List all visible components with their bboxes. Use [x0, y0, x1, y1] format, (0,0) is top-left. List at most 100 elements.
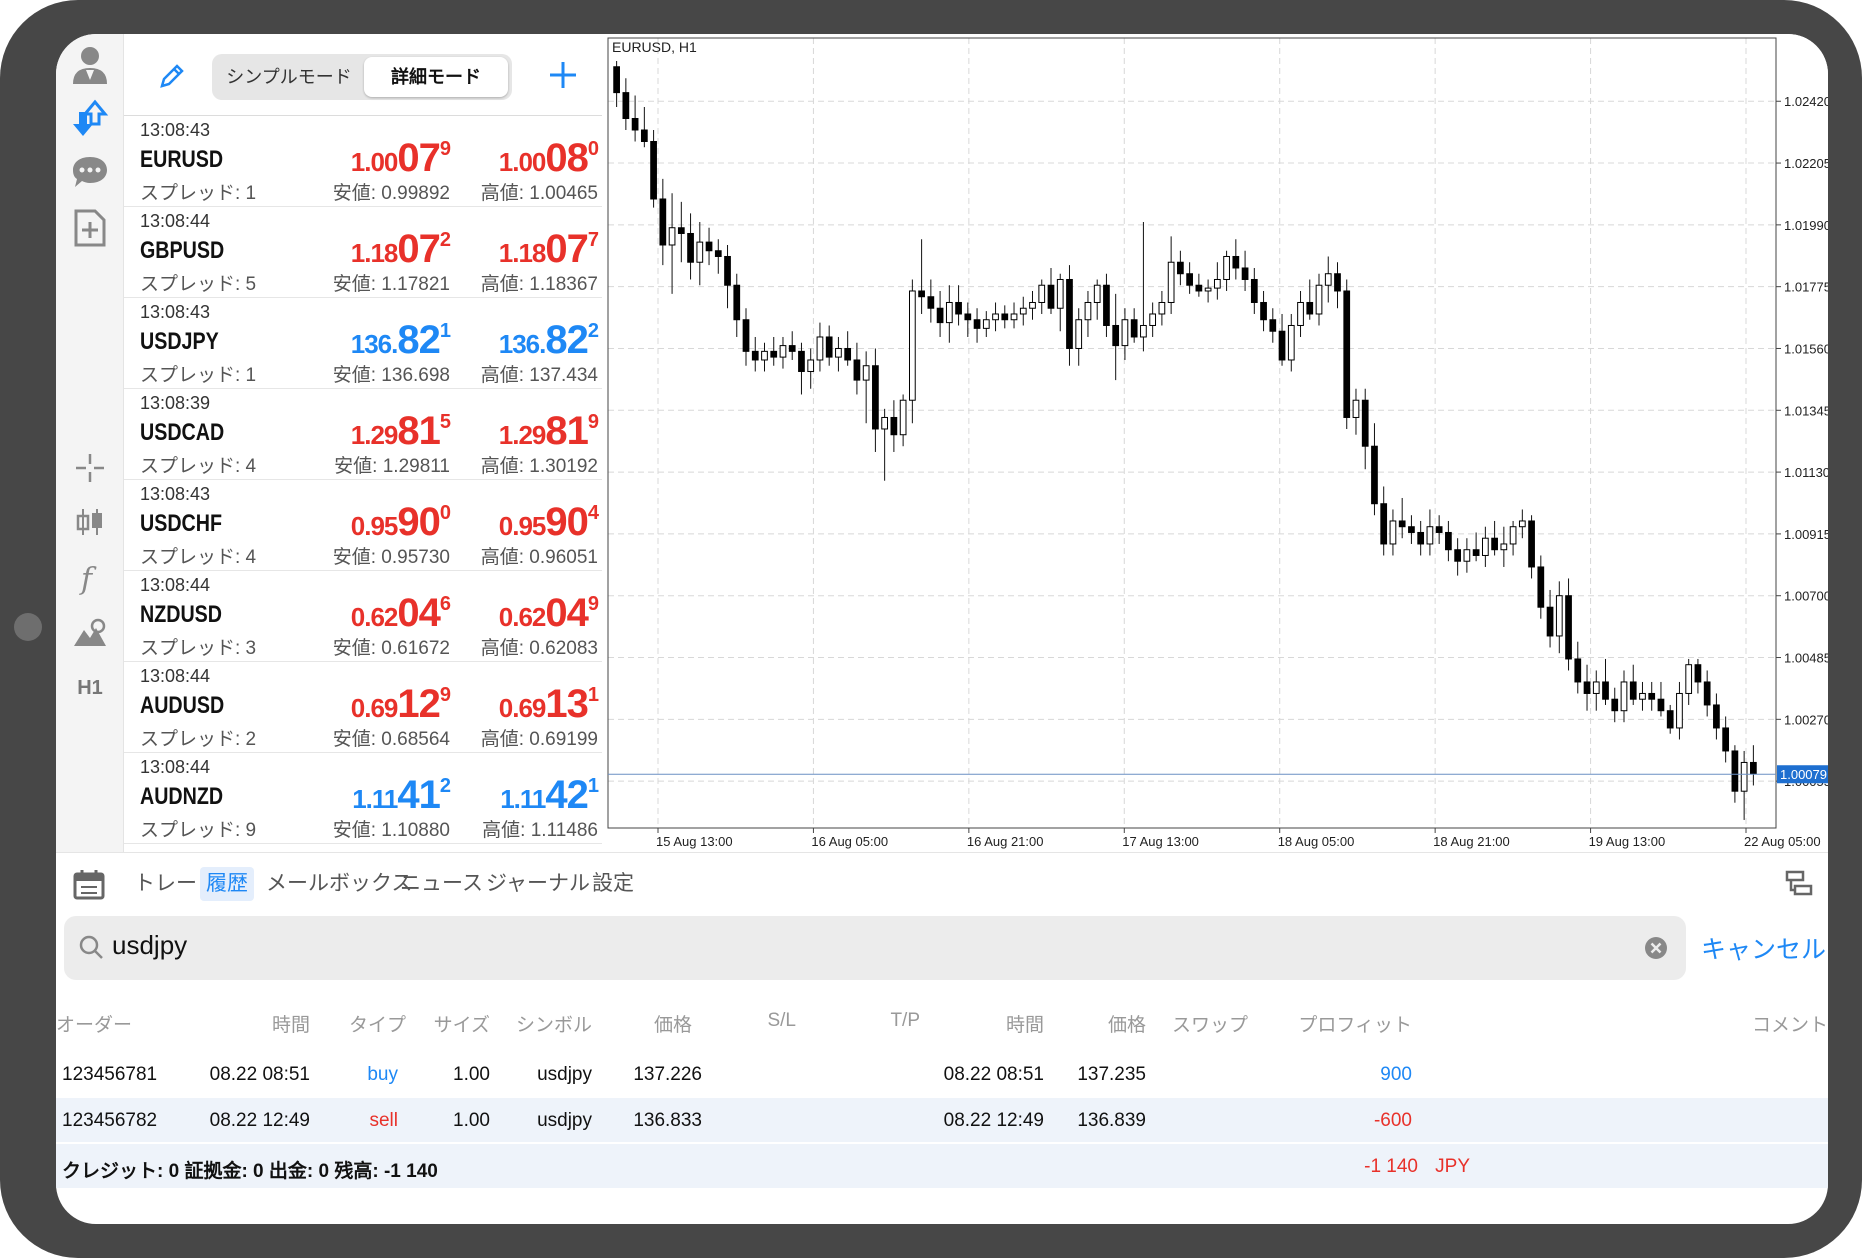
- candle-body: [899, 399, 907, 436]
- col-price[interactable]: 価格: [654, 1010, 692, 1037]
- candle-body: [872, 365, 879, 430]
- col-sl[interactable]: S/L: [767, 1010, 796, 1032]
- candle-body: [825, 336, 833, 358]
- candle-body: [1491, 537, 1498, 551]
- candle-body: [1250, 278, 1258, 303]
- plus-icon[interactable]: [548, 60, 578, 95]
- device-frame: f H1 シンプルモード 詳細モード 13:08:43 EURUSD スプレッド…: [0, 0, 1862, 1258]
- col-comment[interactable]: コメント: [1752, 1010, 1828, 1037]
- clear-icon[interactable]: [1644, 936, 1668, 965]
- candle-body: [1343, 290, 1351, 418]
- col-close-time[interactable]: 時間: [1006, 1010, 1044, 1037]
- cancel-button[interactable]: キャンセル: [1701, 930, 1826, 966]
- y-tick-label: 1.00270: [1784, 712, 1828, 727]
- candle-body: [1103, 284, 1110, 326]
- candle-body: [1408, 526, 1415, 533]
- chart-title: EURUSD, H1: [612, 39, 697, 55]
- candle-body: [1629, 681, 1637, 700]
- add-document-icon[interactable]: [70, 208, 110, 248]
- quote-row[interactable]: 13:08:44 NZDUSD スプレッド: 3 0.62046 0.62049…: [124, 571, 602, 662]
- candle-body: [1112, 324, 1120, 347]
- tab-history[interactable]: 履歴: [200, 867, 254, 901]
- quote-symbol: AUDUSD: [140, 692, 225, 719]
- candle-body: [1260, 301, 1267, 321]
- quote-spread: スプレッド: 1: [140, 183, 257, 204]
- col-profit[interactable]: プロフィット: [1298, 1010, 1412, 1037]
- candle-body: [1472, 549, 1480, 556]
- candle-body: [1602, 681, 1609, 700]
- col-size[interactable]: サイズ: [434, 1010, 490, 1037]
- col-time[interactable]: 時間: [272, 1010, 310, 1037]
- history-row[interactable]: 123456782 08.22 12:49 sell 1.00 usdjpy 1…: [56, 1098, 1828, 1142]
- order-id: 123456782: [62, 1110, 158, 1131]
- quote-row[interactable]: 13:08:43 USDCHF スプレッド: 4 0.95900 0.95904…: [124, 480, 602, 571]
- layout-icon[interactable]: [1784, 869, 1814, 904]
- col-symbol[interactable]: シンボル: [516, 1010, 592, 1037]
- quote-row[interactable]: 13:08:44 GBPUSD スプレッド: 5 1.18072 1.18077…: [124, 207, 602, 298]
- candle-body: [936, 307, 944, 324]
- history-summary: クレジット: 0 証拠金: 0 出金: 0 残高: -1 140 -1 140 …: [56, 1144, 1828, 1188]
- candle-body: [1084, 301, 1092, 321]
- tab-settings[interactable]: 設定: [586, 867, 640, 901]
- trade-arrows-icon[interactable]: [70, 98, 110, 138]
- candle-body: [1417, 531, 1425, 545]
- pencil-icon[interactable]: [158, 62, 186, 95]
- summary-total: -1 140: [1364, 1156, 1418, 1177]
- bid-price: 0.95900: [350, 500, 451, 544]
- ask-price: 1.00080: [498, 136, 599, 180]
- candle-body: [1445, 531, 1452, 551]
- candle-body: [733, 284, 741, 321]
- history-search-field[interactable]: usdjpy: [64, 916, 1686, 980]
- chart-canvas[interactable]: 1.02420 1.02205 1.01990 1.01775 1.01560 1.013…: [602, 34, 1828, 854]
- close-price: 137.235: [1077, 1064, 1146, 1085]
- candle-body: [1740, 761, 1748, 792]
- simple-mode-button[interactable]: シンプルモード: [216, 57, 362, 97]
- col-order[interactable]: オーダー: [56, 1010, 132, 1037]
- candle-body: [742, 319, 750, 352]
- low-price: 安値: 0.68564: [332, 729, 450, 750]
- candle-body: [1592, 681, 1600, 694]
- quote-row[interactable]: 13:08:43 EURUSD スプレッド: 1 1.00079 1.00080…: [124, 116, 602, 207]
- order-type: sell: [369, 1110, 398, 1131]
- quote-row[interactable]: 13:08:44 AUDUSD スプレッド: 2 0.69129 0.69131…: [124, 662, 602, 753]
- candle-body: [1731, 750, 1739, 792]
- col-close-price[interactable]: 価格: [1108, 1010, 1146, 1037]
- quote-spread: スプレッド: 2: [140, 729, 257, 750]
- ask-price: 0.62049: [498, 591, 599, 635]
- quote-time: 13:08:43: [140, 120, 211, 140]
- tab-journal[interactable]: ジャーナル: [480, 867, 596, 901]
- detail-mode-button[interactable]: 詳細モード: [364, 57, 508, 97]
- candles-icon[interactable]: [70, 502, 110, 542]
- quote-row[interactable]: 13:08:39 USDCAD スプレッド: 4 1.29815 1.29819…: [124, 389, 602, 480]
- candle-body: [1389, 520, 1397, 545]
- x-tick-label: 19 Aug 13:00: [1589, 834, 1666, 849]
- candle-body: [890, 416, 898, 436]
- quote-row[interactable]: 13:08:44 AUDNZD スプレッド: 9 1.11412 1.11421…: [124, 753, 602, 844]
- price-chart[interactable]: 1.02420 1.02205 1.01990 1.01775 1.01560 1.013…: [602, 34, 1828, 854]
- candle-body: [1195, 284, 1203, 292]
- col-swap[interactable]: スワップ: [1172, 1010, 1248, 1037]
- quote-symbol: USDJPY: [140, 328, 219, 355]
- history-row[interactable]: 123456781 08.22 08:51 buy 1.00 usdjpy 13…: [56, 1052, 1828, 1096]
- open-time: 08.22 12:49: [209, 1110, 310, 1131]
- candle-body: [945, 301, 953, 324]
- quote-row[interactable]: 13:08:43 USDJPY スプレッド: 1 136.821 136.822…: [124, 298, 602, 389]
- chat-icon[interactable]: [70, 152, 110, 192]
- search-query[interactable]: usdjpy: [112, 930, 187, 961]
- quote-symbol: USDCHF: [140, 510, 222, 537]
- col-tp[interactable]: T/P: [890, 1010, 920, 1032]
- candle-body: [779, 345, 787, 358]
- calendar-icon[interactable]: [72, 867, 106, 906]
- candle-body: [1075, 319, 1083, 349]
- candle-body: [1334, 273, 1341, 292]
- crosshair-icon[interactable]: [70, 448, 110, 488]
- candle-body: [1186, 273, 1193, 286]
- user-icon[interactable]: [70, 44, 110, 84]
- candle-body: [1435, 526, 1443, 533]
- objects-icon[interactable]: [70, 614, 110, 654]
- ask-price: 1.11421: [500, 773, 599, 817]
- col-type[interactable]: タイプ: [349, 1010, 406, 1037]
- timeframe-button[interactable]: H1: [70, 668, 110, 708]
- tab-news[interactable]: ニュース: [394, 867, 489, 901]
- function-icon[interactable]: f: [70, 558, 110, 598]
